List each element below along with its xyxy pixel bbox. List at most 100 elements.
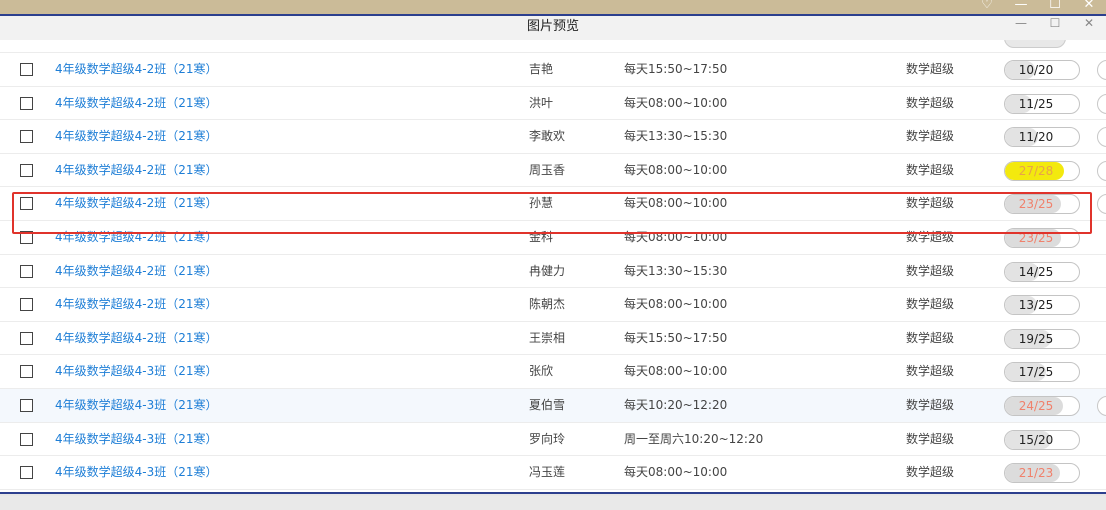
capacity-text: 11/25 — [1018, 96, 1054, 111]
capacity-text: 13/25 — [1018, 298, 1054, 313]
capacity-text: 23/25 — [1018, 231, 1054, 245]
outer-window-titlebar: ♡ — ☐ ✕ — [0, 0, 1106, 14]
teacher-name: 吉艳 — [529, 62, 554, 76]
class-name-link[interactable]: 4年级数学超级4-2班（21寒） — [55, 154, 218, 187]
capacity-text: 15/20 — [1018, 432, 1054, 447]
table-row[interactable]: 4年级数学超级4-2班（21寒） 王崇相 每天15:50~17:50 数学超级 19/2… — [0, 322, 1106, 356]
capacity-text: 11/20 — [1018, 130, 1054, 145]
subject: 数学超级 — [906, 196, 955, 211]
teacher-name: 洪叶 — [529, 95, 554, 110]
class-time: 每天08:00~10:00 — [624, 465, 728, 480]
class-time: 周一至周六10:20~12:20 — [624, 431, 764, 446]
capacity-pill: 17/25 — [1004, 362, 1080, 383]
subject: 数学超级 — [906, 230, 955, 244]
row-checkbox[interactable] — [20, 466, 33, 480]
heart-icon[interactable]: ♡ — [970, 0, 1004, 14]
row-checkbox[interactable] — [20, 231, 33, 244]
maximize-icon[interactable]: ☐ — [1038, 0, 1072, 14]
class-name-link[interactable]: 4年级数学超级4-3班（21寒） — [55, 355, 218, 388]
table-row-partial — [0, 40, 1106, 53]
class-table: 4年级数学超级4-2班（21寒） 吉艳 每天15:50~17:50 数学超级 10/20… — [0, 40, 1106, 492]
class-time: 每天08:00~10:00 — [624, 95, 728, 110]
row-checkbox[interactable] — [20, 264, 33, 278]
class-name-link[interactable]: 4年级数学超级4-3班（21寒） — [55, 389, 218, 422]
row-toggle[interactable] — [1097, 93, 1106, 114]
row-checkbox[interactable] — [20, 96, 33, 110]
class-time: 每天13:30~15:30 — [624, 263, 728, 278]
table-row[interactable]: 4年级数学超级4-3班（21寒） 罗向玲 周一至周六10:20~12:20 数学超级 1… — [0, 423, 1106, 457]
capacity-text: 23/25 — [1018, 197, 1054, 212]
teacher-name: 冉健力 — [529, 263, 566, 278]
dialog-minimize-icon[interactable]: — — [1004, 16, 1038, 36]
minimize-icon[interactable]: — — [1004, 0, 1038, 14]
class-time: 每天08:00~10:00 — [624, 196, 728, 211]
teacher-name: 李敢欢 — [529, 129, 566, 144]
class-time: 每天15:50~17:50 — [624, 330, 728, 345]
row-checkbox[interactable] — [20, 63, 33, 76]
capacity-text: 17/25 — [1018, 365, 1054, 380]
class-name-link[interactable]: 4年级数学超级4-2班（21寒） — [55, 87, 218, 120]
dialog-close-icon[interactable]: ✕ — [1072, 16, 1106, 36]
dialog-maximize-icon[interactable]: ☐ — [1038, 16, 1072, 36]
subject: 数学超级 — [906, 364, 955, 379]
capacity-pill: 11/25 — [1004, 93, 1080, 114]
table-row[interactable]: 4年级数学超级4-2班（21寒） 洪叶 每天08:00~10:00 数学超级 11/25 — [0, 87, 1106, 121]
subject: 数学超级 — [906, 62, 955, 76]
table-row[interactable]: 4年级数学超级4-2班（21寒） 孙慧 每天08:00~10:00 数学超级 23/25 — [0, 187, 1106, 221]
class-name-link[interactable]: 4年级数学超级4-3班（21寒） — [55, 456, 218, 489]
subject: 数学超级 — [906, 129, 955, 144]
class-name-link[interactable]: 4年级数学超级4-2班（21寒） — [55, 53, 218, 86]
table-row[interactable]: 4年级数学超级4-2班（21寒） 吉艳 每天15:50~17:50 数学超级 10/20 — [0, 53, 1106, 87]
class-name-link[interactable]: 4年级数学超级4-2班（21寒） — [55, 322, 218, 355]
class-name-link[interactable]: 4年级数学超级4-2班（21寒） — [55, 120, 218, 153]
table-row[interactable]: 4年级数学超级4-3班（21寒） 张欣 每天08:00~10:00 数学超级 17/25 — [0, 355, 1106, 389]
capacity-text: 21/23 — [1018, 466, 1054, 481]
class-name-link[interactable]: 4年级数学超级4-2班（21寒） — [55, 288, 218, 321]
class-time: 每天15:50~17:50 — [624, 62, 728, 76]
row-checkbox[interactable] — [20, 432, 33, 446]
table-row[interactable]: 4年级数学超级4-3班（21寒） 夏伯雪 每天10:20~12:20 数学超级 24/2… — [0, 389, 1106, 423]
subject: 数学超级 — [906, 95, 955, 110]
capacity-pill-partial — [1004, 40, 1066, 48]
dialog-window-controls: — ☐ ✕ — [1004, 16, 1106, 36]
teacher-name: 周玉香 — [529, 162, 566, 177]
row-checkbox[interactable] — [20, 298, 33, 312]
capacity-pill: 27/28 — [1004, 160, 1080, 181]
row-checkbox[interactable] — [20, 163, 33, 177]
class-time: 每天13:30~15:30 — [624, 129, 728, 144]
capacity-pill: 11/20 — [1004, 127, 1080, 148]
table-row[interactable]: 4年级数学超级4-3班（21寒） 冯玉莲 每天08:00~10:00 数学超级 21/2… — [0, 456, 1106, 490]
class-name-link[interactable]: 4年级数学超级4-2班（21寒） — [55, 255, 218, 288]
capacity-pill: 14/25 — [1004, 261, 1080, 282]
table-row[interactable]: 4年级数学超级4-2班（21寒） 周玉香 每天08:00~10:00 数学超级 27/2… — [0, 154, 1106, 188]
row-toggle[interactable] — [1097, 60, 1106, 80]
capacity-pill: 21/23 — [1004, 463, 1080, 484]
row-checkbox[interactable] — [20, 399, 33, 412]
subject: 数学超级 — [906, 297, 955, 312]
row-toggle[interactable] — [1097, 396, 1106, 416]
class-time: 每天08:00~10:00 — [624, 230, 728, 244]
class-name-link[interactable]: 4年级数学超级4-2班（21寒） — [55, 221, 218, 254]
class-time: 每天08:00~10:00 — [624, 364, 728, 379]
table-row[interactable]: 4年级数学超级4-2班（21寒） 李敢欢 每天13:30~15:30 数学超级 11/2… — [0, 120, 1106, 154]
row-checkbox[interactable] — [20, 365, 33, 379]
row-checkbox[interactable] — [20, 130, 33, 144]
row-toggle[interactable] — [1097, 127, 1106, 148]
capacity-text: 27/28 — [1018, 163, 1054, 178]
table-row[interactable]: 4年级数学超级4-2班（21寒） 冉健力 每天13:30~15:30 数学超级 14/2… — [0, 255, 1106, 289]
row-checkbox[interactable] — [20, 197, 33, 211]
bottom-status-bar — [0, 496, 1106, 510]
teacher-name: 孙慧 — [529, 196, 554, 211]
table-row[interactable]: 4年级数学超级4-2班（21寒） 陈朝杰 每天08:00~10:00 数学超级 13/2… — [0, 288, 1106, 322]
capacity-pill: 23/25 — [1004, 194, 1080, 215]
capacity-text: 19/25 — [1018, 331, 1054, 346]
capacity-text: 24/25 — [1018, 399, 1054, 413]
row-toggle[interactable] — [1097, 160, 1106, 181]
class-name-link[interactable]: 4年级数学超级4-2班（21寒） — [55, 187, 218, 220]
row-checkbox[interactable] — [20, 331, 33, 345]
table-row[interactable]: 4年级数学超级4-2班（21寒） 金科 每天08:00~10:00 数学超级 23/25 — [0, 221, 1106, 255]
close-icon[interactable]: ✕ — [1072, 0, 1106, 14]
class-name-link[interactable]: 4年级数学超级4-3班（21寒） — [55, 423, 218, 456]
dialog-title: 图片预览 — [0, 16, 1106, 40]
row-toggle[interactable] — [1097, 194, 1106, 215]
